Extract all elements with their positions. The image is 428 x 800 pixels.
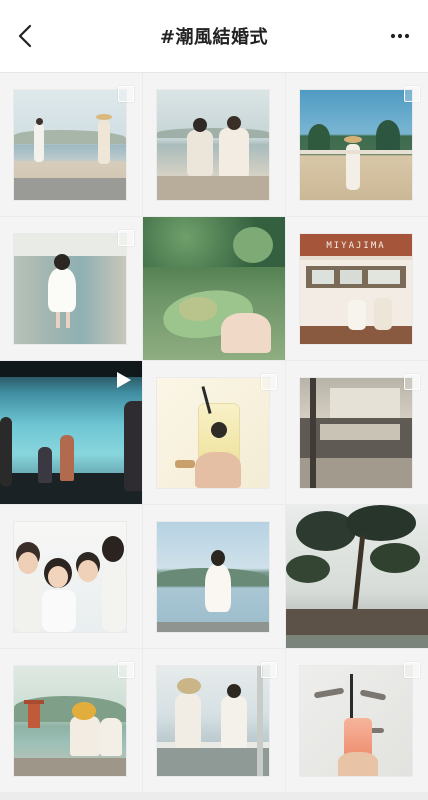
photo-couple-balcony xyxy=(157,666,269,776)
top-bar: #潮風結婚式 xyxy=(0,0,428,73)
select-checkbox[interactable] xyxy=(261,662,277,678)
photo-tile[interactable] xyxy=(0,73,142,216)
photo-pink-drink xyxy=(300,666,412,776)
select-checkbox[interactable] xyxy=(118,230,134,246)
photo-child-seaside xyxy=(157,522,269,632)
photo-group-selfie xyxy=(14,522,126,632)
photo-lemon-drink xyxy=(157,378,269,488)
select-checkbox[interactable] xyxy=(404,86,420,102)
photo-shrine-woman xyxy=(300,90,412,200)
more-horizontal-icon xyxy=(390,33,410,39)
page-title: #潮風結婚式 xyxy=(159,27,269,48)
photo-tile[interactable] xyxy=(143,505,285,648)
photo-tile[interactable] xyxy=(143,361,285,504)
select-checkbox[interactable] xyxy=(404,662,420,678)
select-checkbox[interactable] xyxy=(404,374,420,390)
photo-matcha-dessert xyxy=(143,217,285,360)
more-options-button[interactable] xyxy=(386,24,414,48)
photo-tile[interactable] xyxy=(0,505,142,648)
photo-shop-window xyxy=(300,378,412,488)
select-checkbox[interactable] xyxy=(118,662,134,678)
chevron-left-icon xyxy=(18,24,32,48)
photo-couple-sitting xyxy=(157,90,269,200)
photo-beach-couple xyxy=(14,90,126,200)
photo-miyajima-shop: MIYAJIMA xyxy=(300,234,412,344)
photo-tile[interactable] xyxy=(0,217,142,360)
shop-sign-text: MIYAJIMA xyxy=(326,241,386,251)
photo-tile[interactable] xyxy=(286,505,428,648)
photo-pine-trees xyxy=(286,505,428,648)
photo-tile[interactable] xyxy=(286,649,428,792)
photo-grid: MIYAJIMA xyxy=(0,73,428,800)
photo-tile[interactable] xyxy=(0,649,142,792)
photo-tile[interactable] xyxy=(0,361,142,504)
photo-tile[interactable] xyxy=(143,73,285,216)
photo-tile[interactable] xyxy=(143,217,285,360)
photo-tile[interactable] xyxy=(286,73,428,216)
photo-child-stream xyxy=(14,234,126,344)
photo-torii-view xyxy=(14,666,126,776)
video-play-icon xyxy=(117,372,131,388)
select-checkbox[interactable] xyxy=(118,86,134,102)
photo-tile[interactable] xyxy=(286,361,428,504)
photo-tile[interactable]: MIYAJIMA xyxy=(286,217,428,360)
photo-tile[interactable] xyxy=(143,649,285,792)
select-checkbox[interactable] xyxy=(261,374,277,390)
back-button[interactable] xyxy=(12,22,38,50)
